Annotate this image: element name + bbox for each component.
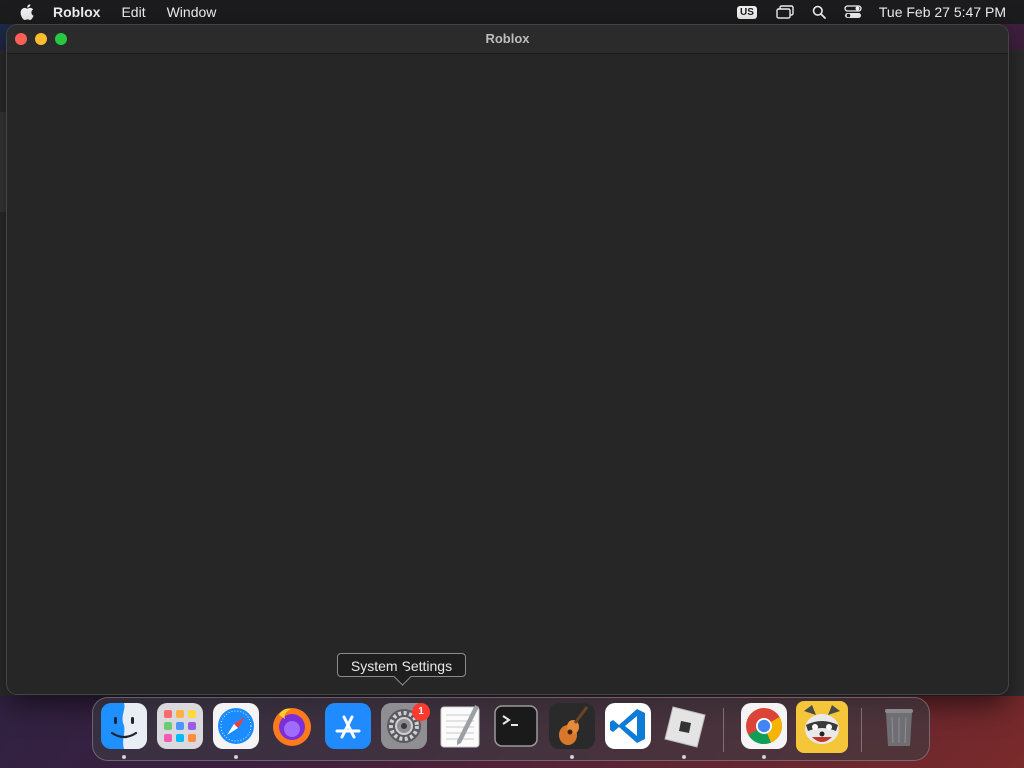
window-title: Roblox	[485, 31, 530, 46]
firefox-icon[interactable]	[269, 703, 315, 749]
trash-icon[interactable]	[876, 703, 922, 749]
dock	[92, 697, 930, 761]
textedit-icon[interactable]	[437, 703, 483, 749]
dock-separator	[723, 708, 724, 752]
garageband-icon[interactable]	[549, 703, 595, 749]
notification-badge: 1	[412, 703, 430, 721]
roblox-icon[interactable]	[661, 703, 707, 749]
running-indicator	[570, 755, 574, 759]
terminal-icon[interactable]	[493, 703, 539, 749]
launchpad-icon[interactable]	[157, 703, 203, 749]
apple-menu-icon[interactable]	[17, 2, 37, 22]
window-content[interactable]	[7, 54, 1008, 694]
window-title-bar[interactable]: Roblox	[7, 25, 1008, 54]
menu-bar: Roblox Edit Window US Tue Feb 27 5:47 PM	[0, 0, 1024, 24]
chrome-icon[interactable]	[741, 703, 787, 749]
input-source-badge[interactable]: US	[736, 5, 757, 19]
running-indicator	[234, 755, 238, 759]
control-center-icon[interactable]	[843, 2, 863, 22]
roblox-window: Roblox	[7, 25, 1008, 694]
menu-edit[interactable]: Edit	[121, 4, 145, 20]
spotlight-search-icon[interactable]	[809, 2, 829, 22]
running-indicator	[762, 755, 766, 759]
screen-mirroring-icon[interactable]	[775, 2, 795, 22]
menu-app-name[interactable]: Roblox	[53, 4, 100, 20]
dock-separator	[861, 708, 862, 752]
running-indicator	[682, 755, 686, 759]
app-store-icon[interactable]	[325, 703, 371, 749]
menu-window[interactable]: Window	[167, 4, 217, 20]
safari-icon[interactable]	[213, 703, 259, 749]
running-indicator	[122, 755, 126, 759]
finder-icon[interactable]	[101, 703, 147, 749]
vscode-icon[interactable]	[605, 703, 651, 749]
raccoon-icon[interactable]	[796, 701, 848, 753]
menu-bar-clock[interactable]: Tue Feb 27 5:47 PM	[879, 4, 1006, 20]
dock-tooltip: System Settings	[337, 653, 466, 677]
